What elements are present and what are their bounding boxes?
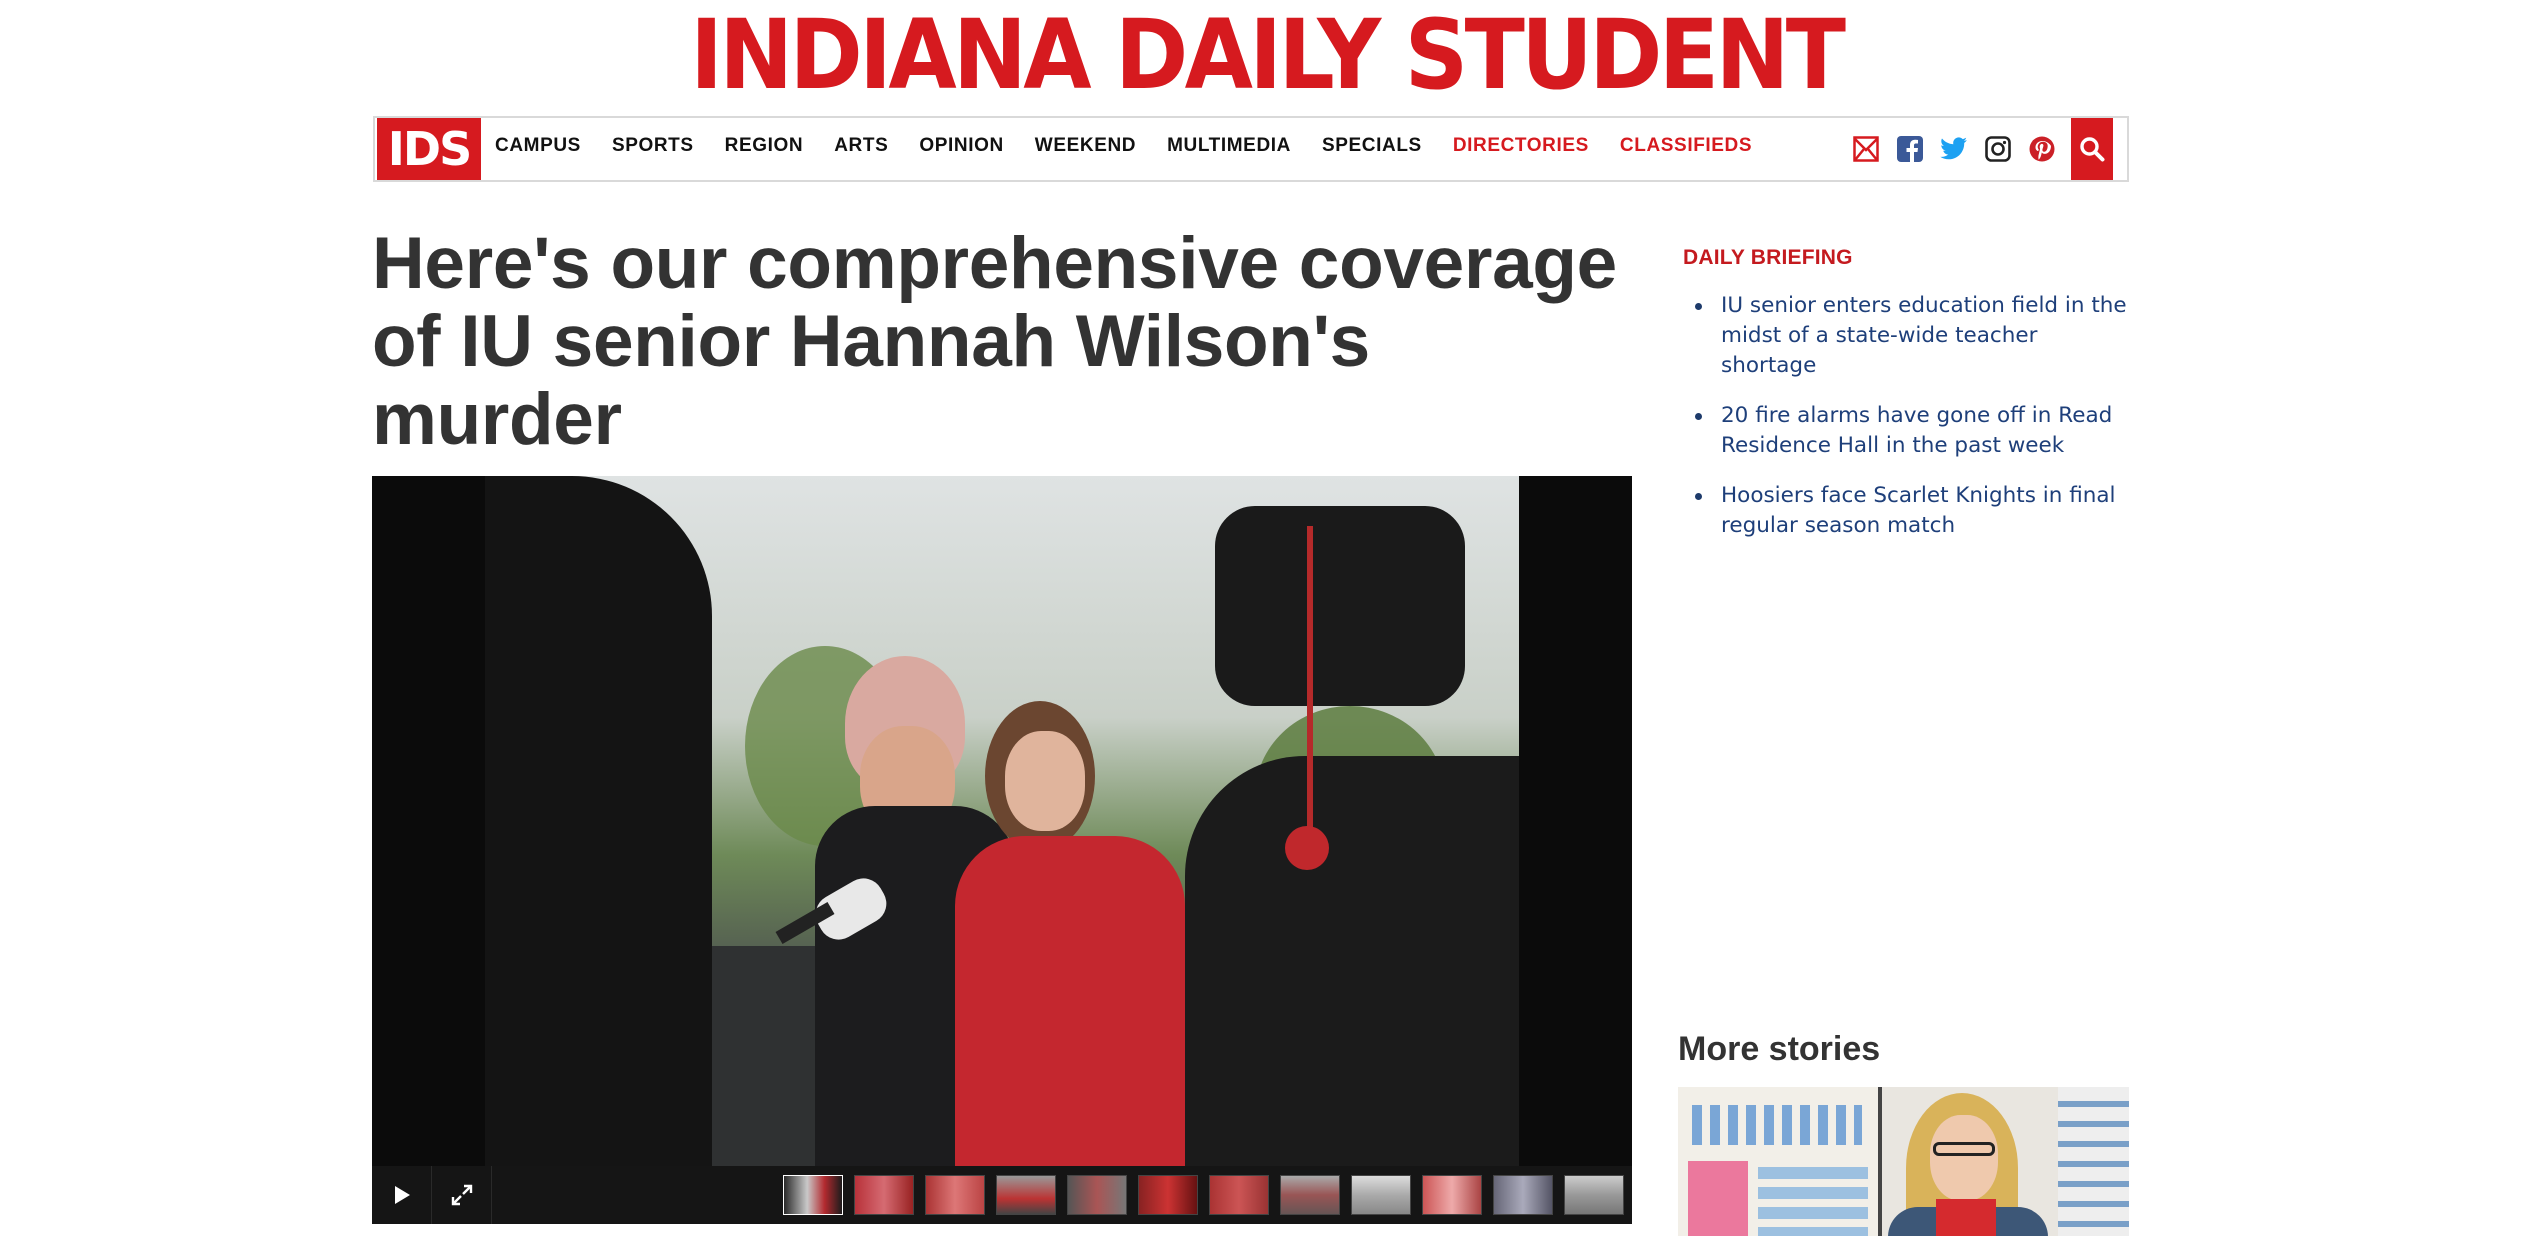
nav-item-multimedia[interactable]: MULTIMEDIA <box>1167 135 1291 157</box>
briefing-link[interactable]: 20 fire alarms have gone off in Read Res… <box>1721 403 2112 458</box>
briefing-link[interactable]: Hoosiers face Scarlet Knights in final r… <box>1721 483 2116 538</box>
gallery-controls <box>372 1166 1632 1224</box>
nav-item-region[interactable]: REGION <box>725 135 804 157</box>
masthead: INDIANA DAILY STUDENT <box>0 0 2532 110</box>
fullscreen-button[interactable] <box>432 1166 492 1224</box>
nav-item-sports[interactable]: SPORTS <box>612 135 694 157</box>
gallery-photo[interactable] <box>485 476 1519 1166</box>
photo-gallery <box>372 476 1632 1224</box>
nav-item-classifieds[interactable]: CLASSIFIEDS <box>1620 135 1752 157</box>
nav-items: CAMPUS SPORTS REGION ARTS OPINION WEEKEN… <box>495 118 1783 180</box>
gallery-thumbnail[interactable] <box>1280 1175 1340 1215</box>
gallery-thumbnail[interactable] <box>854 1175 914 1215</box>
instagram-icon[interactable] <box>1983 134 2013 164</box>
pinterest-icon[interactable] <box>2027 134 2057 164</box>
search-icon <box>2080 137 2105 162</box>
nav-item-campus[interactable]: CAMPUS <box>495 135 581 157</box>
nav-item-weekend[interactable]: WEEKEND <box>1035 135 1136 157</box>
gallery-thumbnail[interactable] <box>925 1175 985 1215</box>
list-item: IU senior enters education field in the … <box>1683 291 2133 381</box>
search-button[interactable] <box>2071 118 2113 180</box>
email-icon[interactable] <box>1851 134 1881 164</box>
fullscreen-icon <box>451 1184 472 1206</box>
daily-briefing-title: DAILY BRIEFING <box>1683 246 1853 269</box>
article-headline: Here's our comprehensive coverage of IU … <box>372 223 1617 460</box>
list-item: 20 fire alarms have gone off in Read Res… <box>1683 401 2133 461</box>
gallery-thumbnail[interactable] <box>1067 1175 1127 1215</box>
site-title[interactable]: INDIANA DAILY STUDENT <box>690 7 1846 103</box>
play-button[interactable] <box>372 1166 432 1224</box>
daily-briefing: DAILY BRIEFING IU senior enters educatio… <box>1683 246 2133 561</box>
twitter-icon[interactable] <box>1939 134 1969 164</box>
facebook-icon[interactable] <box>1895 134 1925 164</box>
gallery-thumbnail[interactable] <box>1209 1175 1269 1215</box>
nav-item-directories[interactable]: DIRECTORIES <box>1453 135 1589 157</box>
gallery-thumbnail[interactable] <box>1351 1175 1411 1215</box>
nav-item-arts[interactable]: ARTS <box>834 135 888 157</box>
briefing-link[interactable]: IU senior enters education field in the … <box>1721 293 2127 378</box>
gallery-thumbnail[interactable] <box>996 1175 1056 1215</box>
ids-logo[interactable]: IDS <box>377 118 481 180</box>
more-stories-heading: More stories <box>1678 1030 1881 1068</box>
gallery-thumbnail[interactable] <box>1564 1175 1624 1215</box>
nav-item-specials[interactable]: SPECIALS <box>1322 135 1422 157</box>
gallery-thumbnail[interactable] <box>1493 1175 1553 1215</box>
gallery-thumbnail[interactable] <box>783 1175 843 1215</box>
gallery-thumbnail[interactable] <box>1422 1175 1482 1215</box>
gallery-thumbnails <box>772 1175 1624 1215</box>
daily-briefing-list: IU senior enters education field in the … <box>1683 291 2133 541</box>
more-stories-image[interactable] <box>1678 1087 2129 1236</box>
play-icon <box>394 1186 410 1204</box>
nav-item-opinion[interactable]: OPINION <box>919 135 1003 157</box>
social-icons <box>1851 118 2127 180</box>
main-nav: IDS CAMPUS SPORTS REGION ARTS OPINION WE… <box>373 116 2129 182</box>
list-item: Hoosiers face Scarlet Knights in final r… <box>1683 481 2133 541</box>
gallery-thumbnail[interactable] <box>1138 1175 1198 1215</box>
